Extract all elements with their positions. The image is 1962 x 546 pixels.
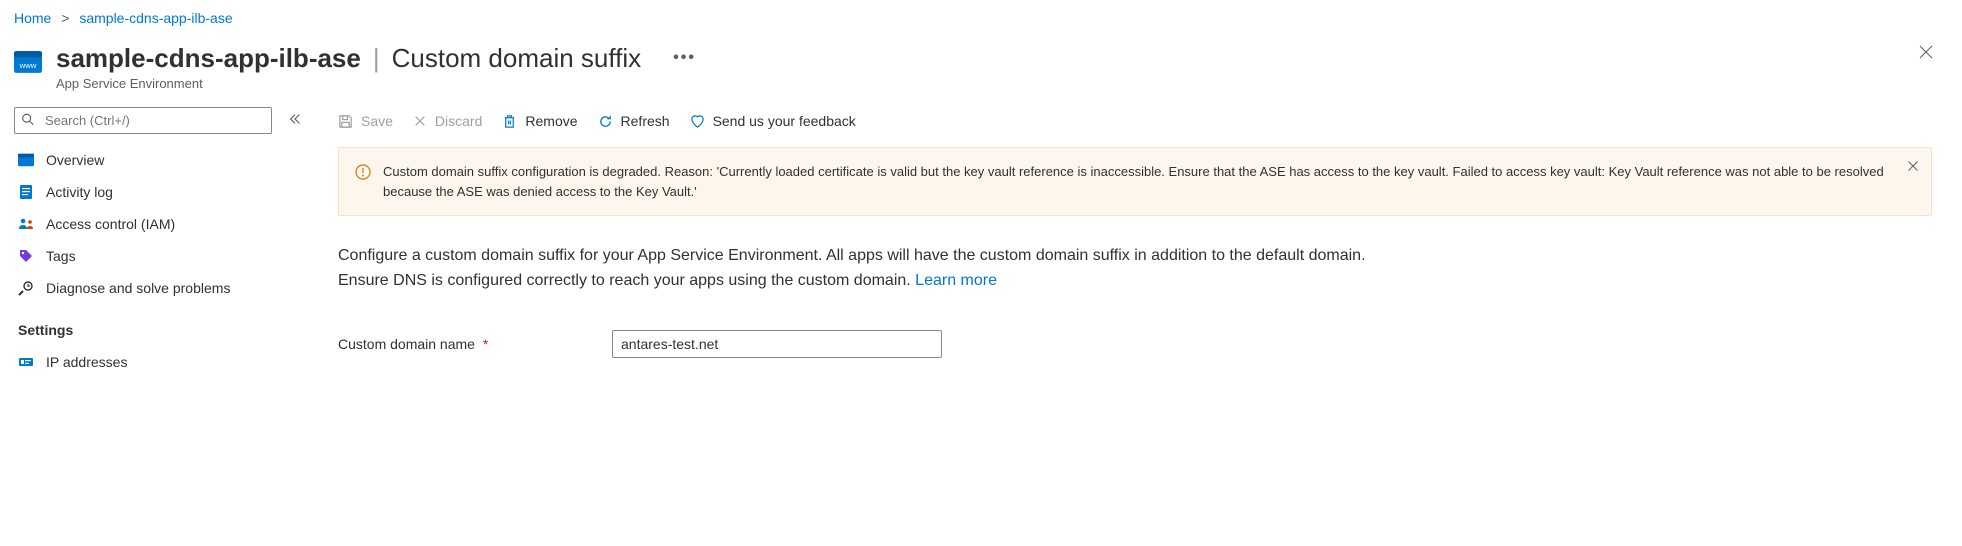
sidebar-item-diagnose[interactable]: Diagnose and solve problems <box>10 272 310 304</box>
banner-message: Custom domain suffix configuration is de… <box>383 162 1915 201</box>
save-label: Save <box>361 113 393 129</box>
discard-label: Discard <box>435 113 482 129</box>
sidebar-item-label: Tags <box>46 248 76 264</box>
description-text: Configure a custom domain suffix for you… <box>338 247 1366 289</box>
breadcrumb: Home > sample-cdns-app-ilb-ase <box>0 0 1962 34</box>
sidebar-item-tags[interactable]: Tags <box>10 240 310 272</box>
refresh-button[interactable]: Refresh <box>598 113 670 129</box>
app-service-environment-icon: www <box>14 48 42 76</box>
svg-text:www: www <box>19 61 37 70</box>
sidebar-item-overview[interactable]: Overview <box>10 144 310 176</box>
close-icon <box>1907 160 1919 172</box>
save-button[interactable]: Save <box>338 113 393 129</box>
sidebar-item-ip-addresses[interactable]: IP addresses <box>10 346 310 378</box>
discard-icon <box>413 114 427 128</box>
sidebar-search-input[interactable] <box>14 107 272 134</box>
main-content: Save Discard Remove Refresh Send us your… <box>338 107 1962 378</box>
learn-more-link[interactable]: Learn more <box>915 272 997 289</box>
sidebar-item-activity-log[interactable]: Activity log <box>10 176 310 208</box>
sidebar-item-label: Overview <box>46 152 104 168</box>
breadcrumb-separator: > <box>61 10 69 26</box>
remove-button[interactable]: Remove <box>502 113 577 129</box>
close-blade-button[interactable] <box>1918 44 1934 63</box>
sidebar-item-label: Access control (IAM) <box>46 216 175 232</box>
page-description: Configure a custom domain suffix for you… <box>338 244 1388 294</box>
close-icon <box>1918 44 1934 60</box>
discard-button[interactable]: Discard <box>413 113 482 129</box>
custom-domain-row: Custom domain name * <box>338 330 1932 358</box>
custom-domain-input[interactable] <box>612 330 942 358</box>
diagnose-icon <box>18 280 34 296</box>
required-indicator: * <box>483 336 488 352</box>
heart-icon <box>690 114 705 129</box>
title-separator: | <box>373 42 380 74</box>
breadcrumb-home-link[interactable]: Home <box>14 10 51 26</box>
search-icon <box>21 112 35 129</box>
overview-icon <box>18 152 34 168</box>
command-toolbar: Save Discard Remove Refresh Send us your… <box>338 107 1932 147</box>
banner-close-button[interactable] <box>1907 160 1919 175</box>
sidebar: Overview Activity log Access control (IA… <box>10 107 310 378</box>
activity-log-icon <box>18 184 34 200</box>
info-warning-icon <box>355 164 371 180</box>
page-title: sample-cdns-app-ilb-ase <box>56 42 361 74</box>
tags-icon <box>18 248 34 264</box>
breadcrumb-resource-link[interactable]: sample-cdns-app-ilb-ase <box>79 10 232 26</box>
sidebar-item-label: IP addresses <box>46 354 127 370</box>
resource-type-label: App Service Environment <box>56 76 696 91</box>
sidebar-item-label: Activity log <box>46 184 113 200</box>
sidebar-item-access-control[interactable]: Access control (IAM) <box>10 208 310 240</box>
collapse-sidebar-button[interactable] <box>284 108 306 133</box>
refresh-icon <box>598 114 613 129</box>
page-subpage-title: Custom domain suffix <box>392 42 642 74</box>
more-actions-button[interactable]: ••• <box>673 42 696 74</box>
feedback-button[interactable]: Send us your feedback <box>690 113 856 129</box>
chevron-double-left-icon <box>288 112 302 126</box>
save-icon <box>338 114 353 129</box>
page-header: www sample-cdns-app-ilb-ase | Custom dom… <box>0 34 1962 107</box>
remove-icon <box>502 114 517 129</box>
feedback-label: Send us your feedback <box>713 113 856 129</box>
access-control-icon <box>18 216 34 232</box>
sidebar-section-settings: Settings <box>10 304 310 346</box>
ip-addresses-icon <box>18 354 34 370</box>
refresh-label: Refresh <box>621 113 670 129</box>
warning-banner: Custom domain suffix configuration is de… <box>338 147 1932 216</box>
custom-domain-label: Custom domain name <box>338 336 475 352</box>
remove-label: Remove <box>525 113 577 129</box>
sidebar-item-label: Diagnose and solve problems <box>46 280 230 296</box>
